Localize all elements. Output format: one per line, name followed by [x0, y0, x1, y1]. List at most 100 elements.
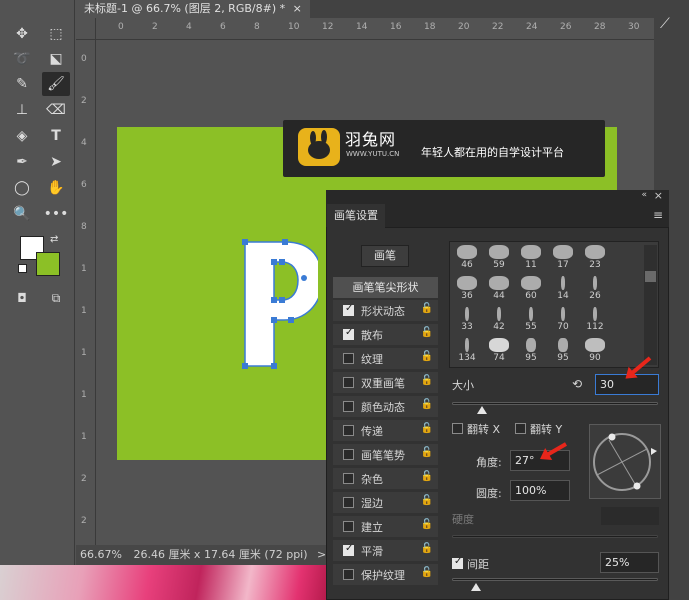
background-color-swatch[interactable]	[36, 252, 60, 276]
dual-brush-checkbox[interactable]	[343, 377, 354, 388]
type-tool-icon[interactable]: T	[42, 124, 70, 148]
close-tab-icon[interactable]: ×	[293, 2, 302, 15]
move-tool-icon[interactable]: ✥	[8, 22, 36, 46]
brush-tip[interactable]: 11	[515, 243, 547, 274]
quick-select-tool-icon[interactable]: ⬕	[42, 47, 70, 71]
smoothing-checkbox[interactable]	[343, 543, 354, 556]
size-slider[interactable]	[452, 402, 658, 405]
quick-mask-icon[interactable]: ◘	[8, 286, 36, 310]
option-texture[interactable]: 纹理 🔓	[333, 348, 438, 369]
brush-tip[interactable]: 36	[451, 274, 483, 305]
tab-brush-settings[interactable]: 画笔设置	[327, 204, 385, 229]
properties-panel-icon[interactable]: ⟋	[660, 16, 684, 40]
lock-icon[interactable]: 🔓	[421, 447, 433, 458]
brush-tip[interactable]: 95	[515, 336, 547, 367]
brush-tip[interactable]: 23	[579, 243, 611, 274]
spacing-checkbox[interactable]	[452, 556, 463, 569]
brush-tip[interactable]: 42	[483, 305, 515, 336]
reset-size-icon[interactable]: ⟲	[572, 377, 582, 391]
more-tools-icon[interactable]: •••	[42, 202, 70, 226]
brush-tip[interactable]: 44	[483, 274, 515, 305]
brush-tool-icon[interactable]: 🖌	[42, 72, 70, 96]
brush-tip[interactable]: 112	[579, 305, 611, 336]
marquee-tool-icon[interactable]: ⬚	[42, 22, 70, 46]
spacing-input[interactable]: 25%	[600, 552, 659, 573]
lock-icon[interactable]: 🔓	[421, 471, 433, 482]
brush-tip[interactable]: 70	[547, 305, 579, 336]
zoom-level[interactable]: 66.67%	[80, 548, 122, 561]
collapse-panel-icon[interactable]: «	[641, 190, 647, 200]
lock-icon[interactable]: 🔓	[421, 567, 433, 578]
protect-texture-checkbox[interactable]	[343, 569, 354, 580]
texture-checkbox[interactable]	[343, 353, 354, 364]
transfer-checkbox[interactable]	[343, 425, 354, 436]
flip-x-checkbox[interactable]	[452, 423, 463, 434]
color-dynamics-checkbox[interactable]	[343, 401, 354, 412]
eraser-tool-icon[interactable]: ⌫	[42, 98, 70, 122]
option-smoothing[interactable]: 平滑 🔓	[333, 540, 438, 561]
angle-roundness-wheel[interactable]	[589, 424, 661, 499]
brush-pose-checkbox[interactable]	[343, 449, 354, 460]
document-tab[interactable]: 未标题-1 @ 66.7% (图层 2, RGB/8#) * ×	[76, 0, 310, 18]
brush-tip[interactable]: 46	[451, 243, 483, 274]
option-noise[interactable]: 杂色 🔓	[333, 468, 438, 489]
roundness-input[interactable]: 100%	[510, 480, 570, 501]
brush-tip[interactable]: 59	[483, 243, 515, 274]
option-transfer[interactable]: 传递 🔓	[333, 420, 438, 441]
lock-icon[interactable]: 🔓	[421, 543, 433, 554]
path-select-tool-icon[interactable]: ➤	[42, 150, 70, 174]
panel-title-bar[interactable]: « ×	[326, 189, 669, 204]
brush-tip[interactable]: 55	[515, 305, 547, 336]
option-wet-edges[interactable]: 湿边 🔓	[333, 492, 438, 513]
brush-tip[interactable]: 33	[451, 305, 483, 336]
spacing-slider-knob[interactable]	[471, 583, 481, 591]
zoom-tool-icon[interactable]: 🔍	[8, 202, 36, 226]
brush-tip[interactable]: 134	[451, 336, 483, 367]
brush-tip[interactable]: 95	[547, 336, 579, 367]
lock-icon[interactable]: 🔓	[421, 495, 433, 506]
status-menu-arrow[interactable]: >	[317, 548, 326, 561]
default-colors-icon[interactable]	[18, 264, 27, 273]
option-dual-brush[interactable]: 双重画笔 🔓	[333, 372, 438, 393]
option-color-dynamics[interactable]: 颜色动态 🔓	[333, 396, 438, 417]
wet-edges-checkbox[interactable]	[343, 497, 354, 508]
brush-tip[interactable]: 26	[579, 274, 611, 305]
brush-presets-button[interactable]: 画笔	[361, 245, 409, 267]
lock-icon[interactable]: 🔓	[421, 351, 433, 362]
panel-menu-icon[interactable]: ≡	[653, 208, 663, 222]
pen-tool-icon[interactable]: ✒	[8, 150, 36, 174]
noise-checkbox[interactable]	[343, 473, 354, 484]
brush-grid-scroll-thumb[interactable]	[645, 271, 656, 282]
lasso-tool-icon[interactable]: ➰	[8, 47, 36, 71]
close-panel-icon[interactable]: ×	[654, 189, 663, 202]
option-shape-dynamics[interactable]: 形状动态 🔓	[333, 300, 438, 321]
lock-icon[interactable]: 🔓	[421, 399, 433, 410]
flip-y-checkbox[interactable]	[515, 423, 526, 434]
option-build-up[interactable]: 建立 🔓	[333, 516, 438, 537]
eyedropper-tool-icon[interactable]: ✎	[8, 72, 36, 96]
stamp-tool-icon[interactable]: ⊥	[8, 98, 36, 122]
lock-icon[interactable]: 🔓	[421, 327, 433, 338]
option-brush-pose[interactable]: 画笔笔势 🔓	[333, 444, 438, 465]
lock-icon[interactable]: 🔓	[421, 375, 433, 386]
swap-colors-icon[interactable]: ⇄	[50, 234, 58, 245]
hand-tool-icon[interactable]: ✋	[42, 176, 70, 200]
brush-tip[interactable]: 74	[483, 336, 515, 367]
lock-icon[interactable]: 🔓	[421, 423, 433, 434]
spacing-slider[interactable]	[452, 578, 658, 581]
lock-icon[interactable]: 🔓	[421, 303, 433, 314]
option-protect-texture[interactable]: 保护纹理 🔓	[333, 564, 438, 585]
size-slider-knob[interactable]	[477, 406, 487, 414]
letter-p-shape[interactable]	[238, 236, 318, 372]
brush-tip[interactable]: 60	[515, 274, 547, 305]
screen-mode-icon[interactable]: ⧉	[42, 286, 70, 310]
shape-dynamics-checkbox[interactable]	[343, 303, 354, 316]
option-scattering[interactable]: 散布 🔓	[333, 324, 438, 345]
brush-tip[interactable]: 14	[547, 274, 579, 305]
ellipse-tool-icon[interactable]: ◯	[8, 176, 36, 200]
lock-icon[interactable]: 🔓	[421, 519, 433, 530]
paint-bucket-tool-icon[interactable]: ◈	[8, 124, 36, 148]
brush-tip[interactable]: 90	[579, 336, 611, 367]
brush-tip[interactable]: 17	[547, 243, 579, 274]
scattering-checkbox[interactable]	[343, 327, 354, 340]
